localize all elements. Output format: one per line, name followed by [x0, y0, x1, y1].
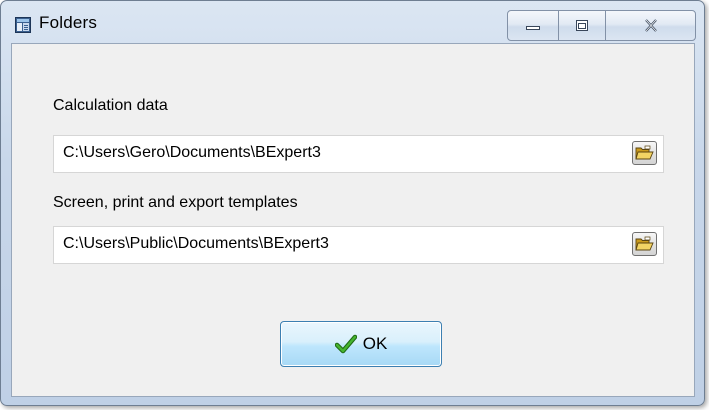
ok-button-label: OK [362, 334, 388, 353]
templates-browse-button[interactable] [632, 232, 657, 256]
open-folder-icon [635, 236, 654, 251]
app-icon [15, 17, 31, 33]
minimize-icon [526, 25, 540, 30]
templates-label: Screen, print and export templates [53, 194, 298, 211]
open-folder-icon [635, 145, 654, 160]
window-title: Folders [39, 13, 98, 32]
calculation-data-path-field[interactable]: C:\Users\Gero\Documents\BExpert3 [53, 135, 664, 173]
checkmark-icon [334, 334, 357, 354]
maximize-icon [576, 20, 588, 31]
window-controls [507, 10, 696, 41]
maximize-button[interactable] [558, 11, 605, 40]
close-icon [644, 19, 657, 32]
ok-button[interactable]: OK [280, 321, 442, 367]
calculation-data-label: Calculation data [53, 97, 168, 114]
templates-path-field[interactable]: C:\Users\Public\Documents\BExpert3 [53, 226, 664, 264]
templates-path[interactable]: C:\Users\Public\Documents\BExpert3 [63, 235, 329, 253]
close-button[interactable] [605, 11, 695, 40]
dialog-content: Calculation data C:\Users\Gero\Documents… [11, 43, 695, 397]
calculation-data-browse-button[interactable] [632, 141, 657, 165]
folders-dialog: Folders Calculation data C:\Users\Gero\D… [0, 0, 705, 406]
title-bar[interactable]: Folders [1, 1, 704, 41]
calculation-data-path[interactable]: C:\Users\Gero\Documents\BExpert3 [63, 144, 321, 162]
minimize-button[interactable] [508, 11, 558, 40]
